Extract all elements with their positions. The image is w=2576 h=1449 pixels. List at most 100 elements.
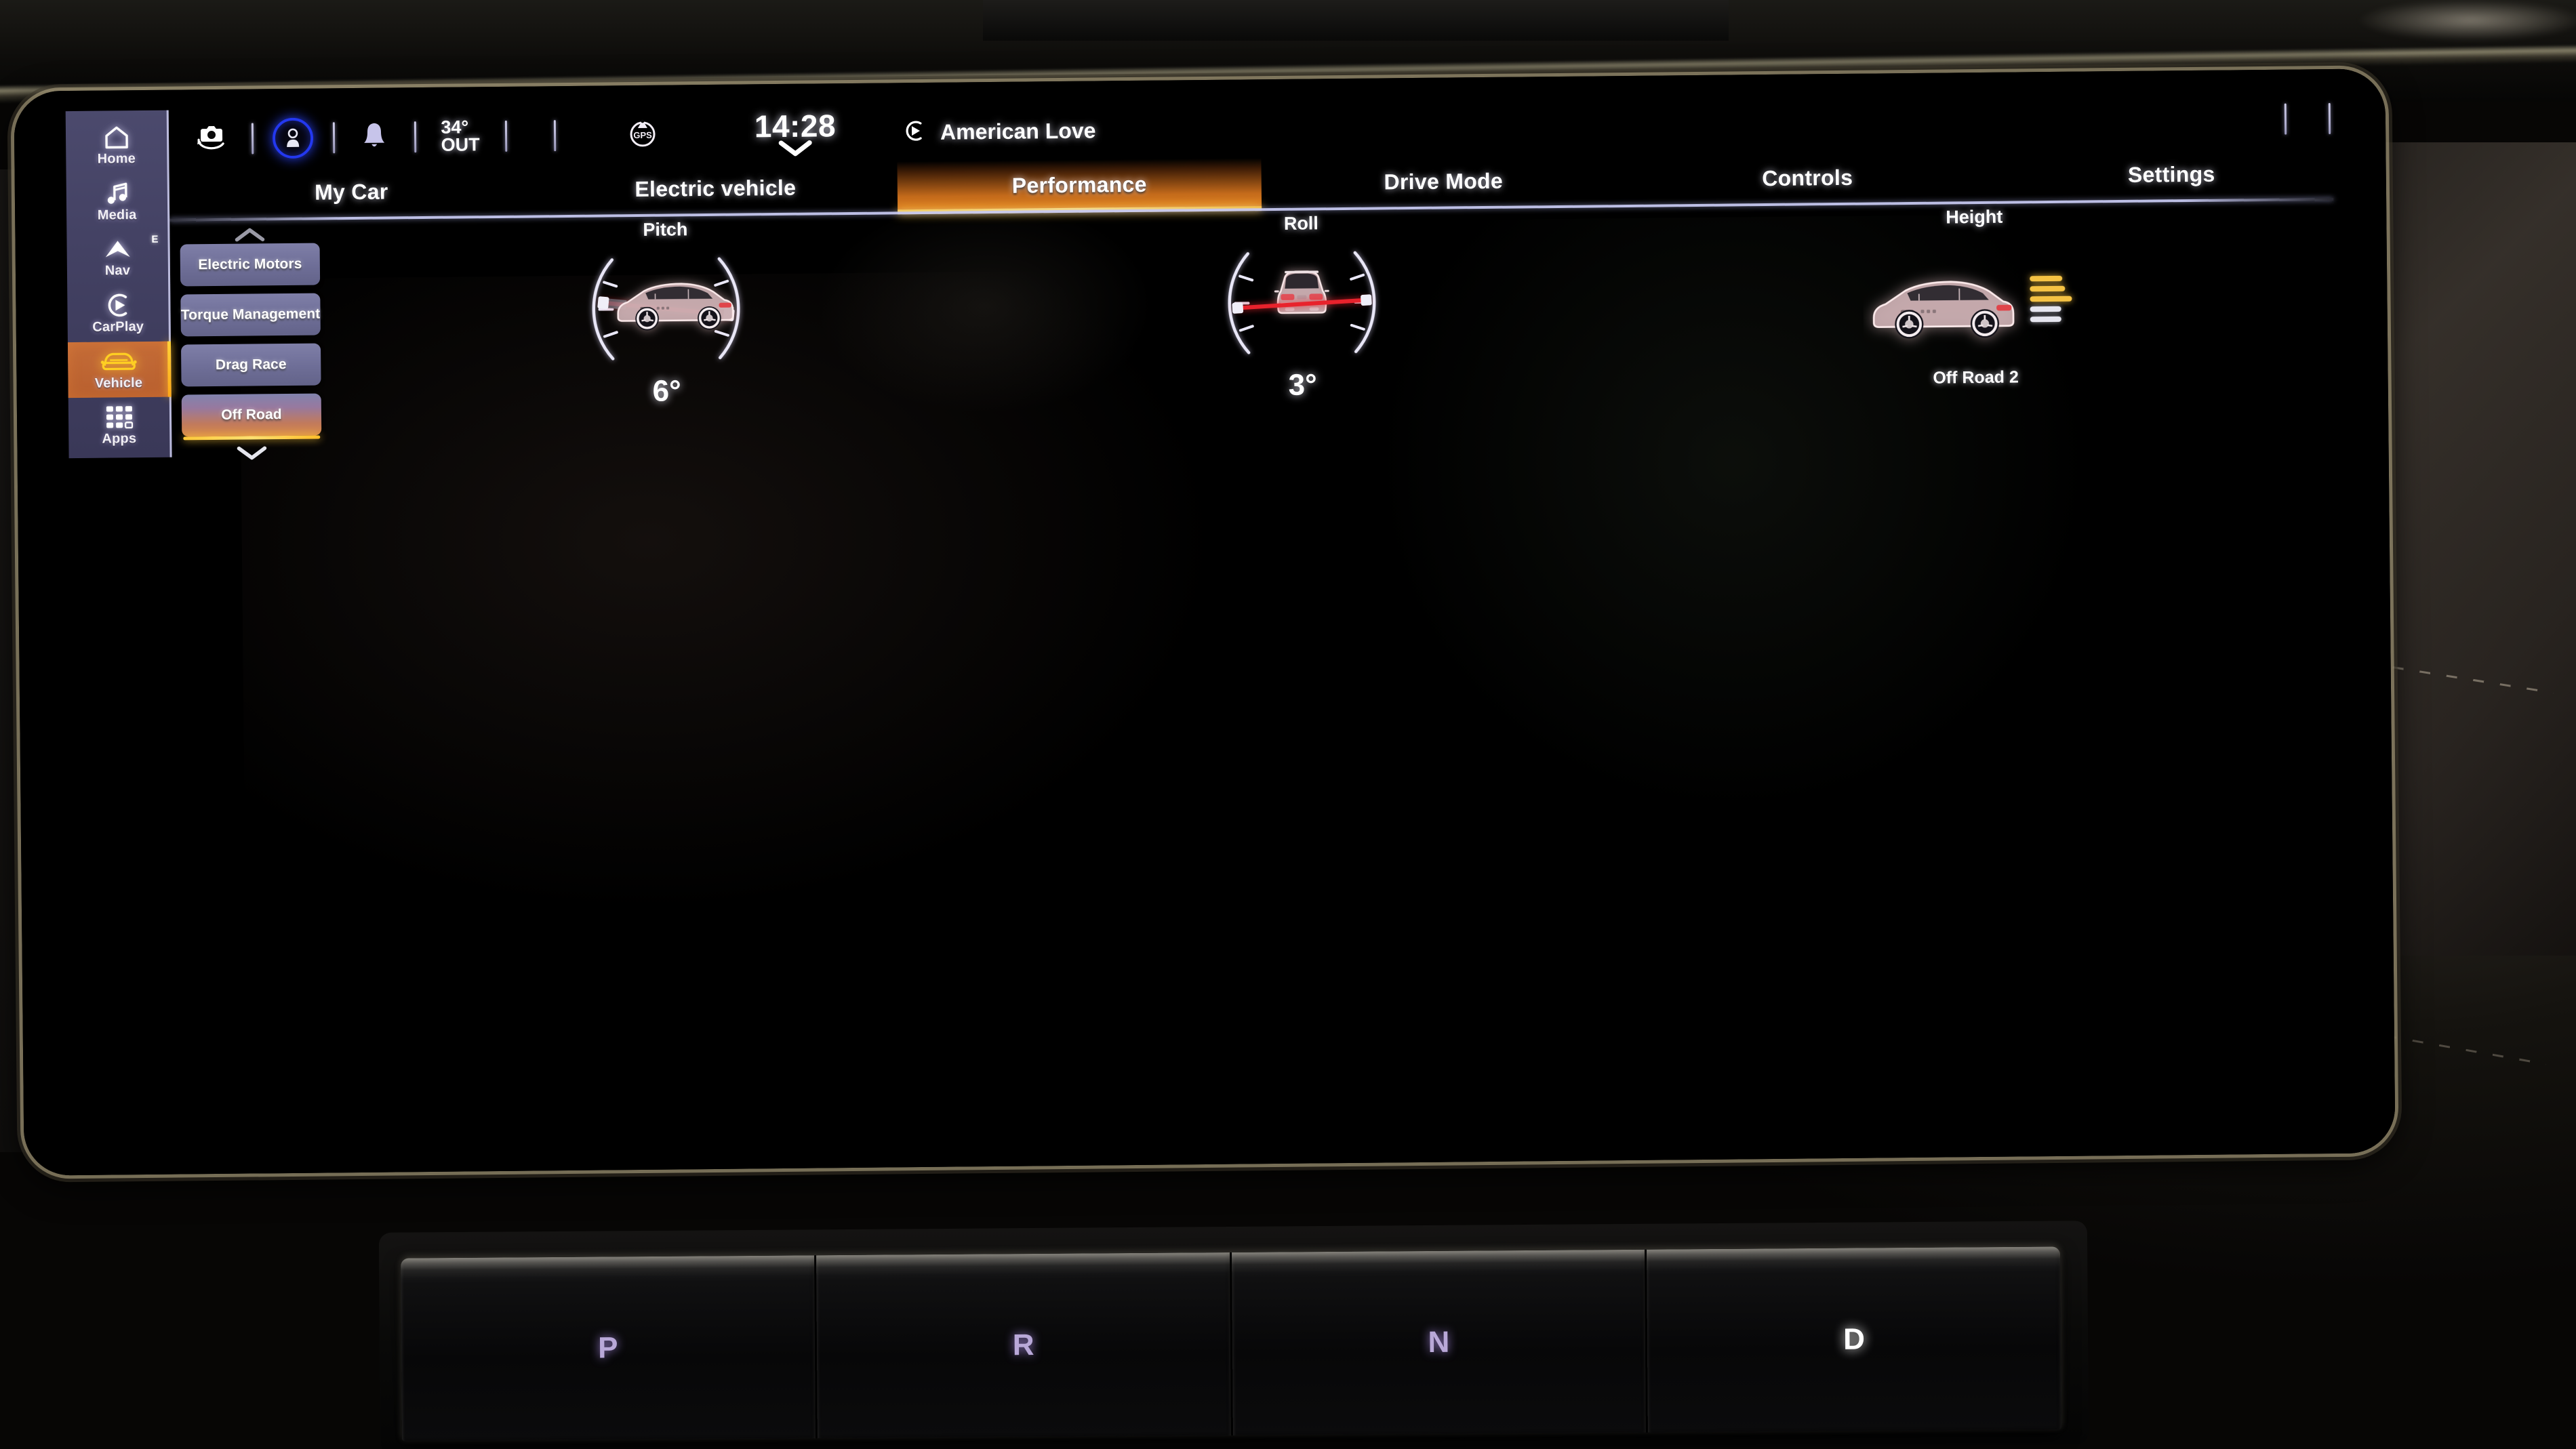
gear-label: P <box>598 1331 618 1365</box>
main-content-panel: 34° OUT GPS 14:28 American Love My Car E… <box>169 89 2356 460</box>
gear-button-gloss <box>401 1255 815 1279</box>
gear-label: R <box>1012 1328 1034 1362</box>
tab-performance[interactable]: Performance <box>897 158 1262 212</box>
roll-gauge-title: Roll <box>1283 213 1319 234</box>
tab-label: Settings <box>2127 161 2215 187</box>
sidebar-item-label: CarPlay <box>92 319 144 335</box>
clock-time: 14:28 <box>754 107 837 144</box>
submenu-item-label: Drag Race <box>215 356 287 373</box>
sidebar-item-nav[interactable]: E Nav <box>66 229 168 286</box>
status-separator <box>322 122 345 154</box>
outside-temperature: 34° OUT <box>426 117 494 155</box>
apps-grid-icon <box>105 404 133 430</box>
driver-profile-button[interactable] <box>264 117 323 159</box>
gear-label: N <box>1428 1325 1450 1359</box>
tab-my-car[interactable]: My Car <box>169 165 534 218</box>
status-separator <box>241 123 264 155</box>
infotainment-screen[interactable]: Home Media E Nav CarPlay Vehicle Apps 34… <box>14 68 2396 1176</box>
sidebar-item-label: Media <box>97 207 137 223</box>
media-title: American Love <box>940 118 1096 144</box>
pitch-gauge: Pitch 6° <box>567 219 765 409</box>
sidebar-item-media[interactable]: Media <box>66 173 168 230</box>
status-separator <box>517 120 592 152</box>
tab-label: Controls <box>1762 165 1853 190</box>
clock-widget[interactable]: 14:28 <box>693 106 898 161</box>
tab-label: Electric vehicle <box>635 175 797 201</box>
submenu-item-label: Electric Motors <box>198 256 302 273</box>
submenu-item-off-road[interactable]: Off Road <box>181 393 322 437</box>
gear-button-gloss <box>1231 1249 1645 1273</box>
attitude-gauges: Pitch 6° Roll 3° Height Off Road 2 <box>329 205 2338 455</box>
gps-status: GPS <box>592 116 694 154</box>
surround-camera-icon <box>195 121 228 156</box>
gear-button-gloss <box>816 1252 1230 1276</box>
tab-settings[interactable]: Settings <box>1989 148 2354 201</box>
nav-direction-badge: E <box>151 234 159 246</box>
music-note-icon <box>104 180 129 206</box>
gear-button-p[interactable]: P <box>401 1255 818 1442</box>
navigation-arrow-icon <box>103 236 132 262</box>
pitch-gauge-value: 6° <box>652 374 681 408</box>
temperature-label: OUT <box>441 134 480 155</box>
gear-button-r[interactable]: R <box>816 1252 1233 1439</box>
height-gauge: Height Off Road 2 <box>1838 207 2112 389</box>
media-source-indicator <box>897 119 931 145</box>
carplay-icon <box>104 292 132 318</box>
trim-glare-right <box>2359 0 2576 41</box>
gps-icon: GPS <box>626 116 660 153</box>
height-gauge-value: Off Road 2 <box>1933 367 2019 388</box>
infotainment-display-bezel: Home Media E Nav CarPlay Vehicle Apps 34… <box>14 68 2396 1176</box>
tab-electric-vehicle[interactable]: Electric vehicle <box>533 161 898 215</box>
tab-drive-mode[interactable]: Drive Mode <box>1261 155 1626 208</box>
pitch-gauge-title: Pitch <box>643 219 688 240</box>
svg-text:GPS: GPS <box>633 129 652 140</box>
roll-gauge-value: 3° <box>1288 368 1317 402</box>
carplay-icon <box>902 119 926 145</box>
sidebar-item-label: Apps <box>102 431 137 447</box>
tab-label: My Car <box>314 179 388 205</box>
chevron-down-icon[interactable] <box>236 445 267 460</box>
status-separator <box>2306 103 2353 135</box>
gear-button-d[interactable]: D <box>1647 1246 2061 1433</box>
tab-label: Performance <box>1011 171 1147 198</box>
sidebar-item-vehicle[interactable]: Vehicle <box>67 341 169 399</box>
sidebar-item-label: Nav <box>104 263 131 279</box>
sidebar-item-label: Home <box>97 150 136 167</box>
status-separator <box>494 120 517 152</box>
gear-label: D <box>1843 1322 1866 1356</box>
submenu-item-electric-motors[interactable]: Electric Motors <box>180 243 321 287</box>
height-level-bars <box>2030 275 2072 323</box>
roll-gauge: Roll 3° <box>1203 213 1401 403</box>
notifications-button[interactable] <box>345 120 403 155</box>
sidebar-item-home[interactable]: Home <box>66 117 167 174</box>
gear-button-n[interactable]: N <box>1231 1249 1649 1435</box>
main-navigation-sidebar[interactable]: Home Media E Nav CarPlay Vehicle Apps <box>65 110 172 459</box>
bell-icon <box>360 120 388 155</box>
surround-camera-button[interactable] <box>182 121 241 157</box>
height-gauge-title: Height <box>1946 206 2003 228</box>
sidebar-item-carplay[interactable]: CarPlay <box>67 285 169 342</box>
gear-selector[interactable]: P R N D <box>401 1246 2061 1442</box>
sidebar-item-label: Vehicle <box>94 375 143 391</box>
height-gauge-body <box>1863 230 2088 358</box>
pitch-gauge-body <box>581 243 752 373</box>
gear-button-gloss <box>1647 1246 2061 1270</box>
submenu-item-label: Torque Management <box>180 306 321 323</box>
chevron-up-icon[interactable] <box>234 227 265 242</box>
status-separator <box>2265 103 2306 135</box>
chevron-down-icon <box>778 140 813 159</box>
tab-controls[interactable]: Controls <box>1625 151 1990 205</box>
now-playing[interactable]: American Love <box>931 106 2265 144</box>
performance-submenu-list[interactable]: Electric Motors Torque Management Drag R… <box>169 224 331 460</box>
status-separator <box>403 121 426 153</box>
performance-content: Electric Motors Torque Management Drag R… <box>169 205 2338 460</box>
tab-label: Drive Mode <box>1384 168 1504 194</box>
home-icon <box>103 124 129 150</box>
submenu-item-label: Off Road <box>221 407 282 423</box>
submenu-item-torque-management[interactable]: Torque Management <box>180 293 321 337</box>
sidebar-item-apps[interactable]: Apps <box>68 397 170 454</box>
car-front-icon <box>100 348 137 375</box>
submenu-item-drag-race[interactable]: Drag Race <box>180 343 321 387</box>
driver-profile-icon <box>272 117 314 159</box>
roll-gauge-body <box>1217 237 1388 367</box>
